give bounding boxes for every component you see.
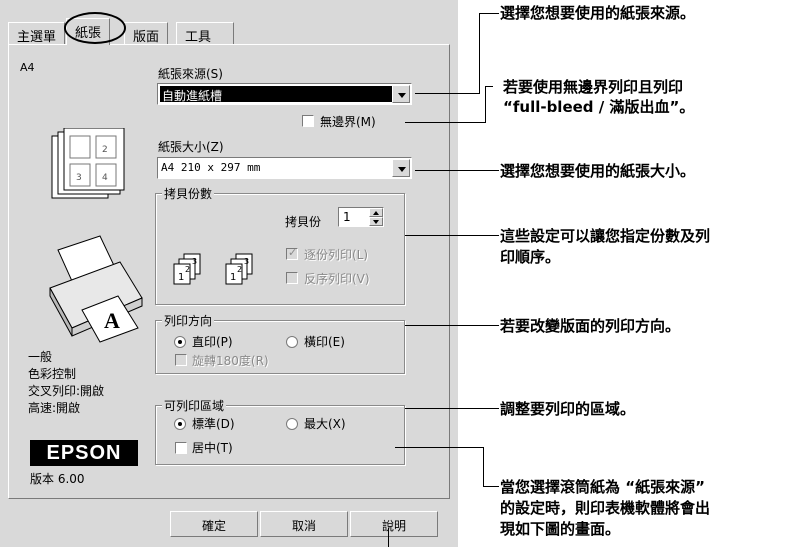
tab-tools[interactable]: 工具 <box>176 22 234 45</box>
tab-layout-label: 版面 <box>133 30 160 45</box>
tab-paper[interactable]: 紙張 <box>66 18 111 45</box>
collate-checkbox[interactable] <box>286 246 298 260</box>
stepper-down-icon[interactable] <box>369 217 383 226</box>
rotate-180-checkbox[interactable] <box>175 354 187 366</box>
paper-size-value: A4 210 x 297 mm <box>161 161 261 174</box>
rotate-180-label: 旋轉180度(R) <box>192 354 269 368</box>
callout-roll-paper-1: 當您選擇滾筒紙為 “紙張來源” <box>500 478 705 496</box>
paper-source-value: 自動進紙槽 <box>160 86 409 103</box>
svg-text:3: 3 <box>244 257 249 266</box>
tab-main[interactable]: 主選單 <box>8 22 66 45</box>
copies-group-title: 拷貝份數 <box>162 185 215 202</box>
landscape-radio[interactable] <box>286 336 298 348</box>
paper-size-label: 紙張大小(Z) <box>158 140 224 154</box>
callout-paper-size: 選擇您想要使用的紙張大小。 <box>500 162 696 180</box>
copies-count-value: 1 <box>343 210 351 224</box>
callout-line-roll-tip <box>483 486 499 487</box>
tab-main-label: 主選單 <box>17 30 57 45</box>
paper-source-label: 紙張來源(S) <box>158 67 223 81</box>
callout-orientation: 若要改變版面的列印方向。 <box>500 317 681 335</box>
collate-order-icon: 123 123 <box>173 253 253 285</box>
printable-area-group: 可列印區域 <box>155 397 405 465</box>
callout-pointer-help <box>388 528 389 547</box>
tab-paper-label: 紙張 <box>75 26 102 41</box>
chevron-down-icon[interactable] <box>392 159 410 177</box>
svg-text:2: 2 <box>237 265 242 274</box>
callout-line-borderless-tip <box>485 86 493 87</box>
standard-area-radio[interactable] <box>174 418 186 430</box>
callout-printable-area: 調整要列印的區域。 <box>500 400 636 418</box>
stepper-up-icon[interactable] <box>369 208 383 217</box>
callout-line-area <box>405 408 499 409</box>
paper-settings-dialog: 主選單 紙張 版面 工具 A4 2 3 4 A 一般 色彩控制 交叉列印:開啟 … <box>0 0 458 547</box>
center-checkbox[interactable] <box>175 442 187 454</box>
status-line-4: 高速:開啟 <box>28 401 81 415</box>
portrait-label: 直印(P) <box>192 335 233 349</box>
driver-version: 版本 6.00 <box>30 472 85 486</box>
borderless-label: 無邊界(M) <box>320 115 376 129</box>
portrait-radio[interactable] <box>174 336 186 348</box>
landscape-label: 橫印(E) <box>304 335 345 349</box>
preview-paper-name: A4 <box>20 61 35 74</box>
callout-line-roll-v <box>483 447 484 487</box>
maximum-area-radio[interactable] <box>286 418 298 430</box>
callout-line-orientation <box>405 325 499 326</box>
svg-text:2: 2 <box>102 145 108 155</box>
status-line-3: 交叉列印:開啟 <box>28 384 105 398</box>
callout-borderless-2: “full-bleed / 滿版出血”。 <box>503 98 695 116</box>
svg-text:2: 2 <box>185 265 190 274</box>
collate-label: 逐份列印(L) <box>304 248 369 262</box>
borderless-checkbox[interactable] <box>302 115 314 127</box>
svg-text:3: 3 <box>192 257 197 266</box>
callout-line-source-tip <box>479 13 499 14</box>
callout-line-source-v <box>479 13 480 94</box>
standard-area-label: 標準(D) <box>192 417 235 431</box>
callout-line-borderless-v <box>485 86 486 123</box>
svg-text:1: 1 <box>178 272 184 283</box>
svg-text:3: 3 <box>76 173 82 183</box>
reverse-order-label: 反序列印(V) <box>304 272 370 286</box>
callout-roll-paper-3: 現如下圖的畫面。 <box>500 520 621 538</box>
help-button[interactable]: 說明 <box>350 511 438 537</box>
callout-line-roll-h <box>395 447 483 448</box>
copies-stepper[interactable]: 1 <box>338 207 384 227</box>
tab-layout[interactable]: 版面 <box>124 22 169 45</box>
callout-borderless-1: 若要使用無邊界列印且列印 <box>503 78 684 96</box>
svg-text:A: A <box>104 308 120 333</box>
center-label: 居中(T) <box>192 441 233 455</box>
reverse-order-checkbox[interactable] <box>286 272 298 284</box>
ok-button[interactable]: 確定 <box>170 511 258 537</box>
callout-copies-1: 這些設定可以讓您指定份數及列 <box>500 227 711 245</box>
paper-source-select[interactable]: 自動進紙槽 <box>157 83 412 105</box>
chevron-down-icon[interactable] <box>392 85 410 103</box>
callout-line-borderless-h <box>405 122 485 123</box>
callout-line-source-h <box>415 93 479 94</box>
paper-size-select[interactable]: A4 210 x 297 mm <box>157 157 412 179</box>
tab-tools-label: 工具 <box>185 30 212 45</box>
printable-area-group-title: 可列印區域 <box>162 397 227 414</box>
printer-icon: A <box>49 235 143 343</box>
page-layout-preview-icon: 2 3 4 <box>51 128 125 199</box>
svg-text:4: 4 <box>102 173 108 183</box>
epson-logo: EPSON <box>30 440 138 466</box>
callout-paper-source: 選擇您想要使用的紙張來源。 <box>500 4 696 22</box>
svg-text:1: 1 <box>230 272 236 283</box>
callout-copies-2: 印順序。 <box>500 248 561 266</box>
status-line-1: 一般 <box>28 350 53 364</box>
cancel-button[interactable]: 取消 <box>260 511 348 537</box>
callout-roll-paper-2: 的設定時，則印表機軟體將會出 <box>500 499 711 517</box>
callout-line-copies <box>405 235 499 236</box>
callout-line-size <box>415 170 499 171</box>
maximum-area-label: 最大(X) <box>304 417 346 431</box>
status-line-2: 色彩控制 <box>28 367 77 381</box>
copies-count-label: 拷貝份 <box>285 215 322 229</box>
orientation-group-title: 列印方向 <box>162 312 215 329</box>
